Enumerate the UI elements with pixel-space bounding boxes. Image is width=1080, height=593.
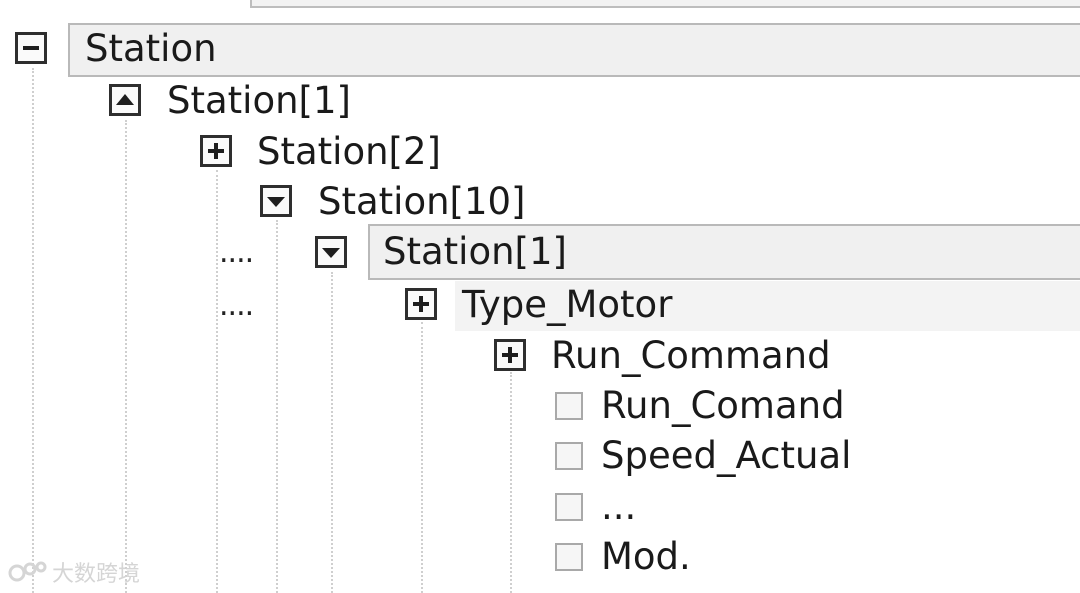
ellipsis-marker: .... xyxy=(219,235,254,270)
checkbox[interactable] xyxy=(555,543,583,571)
collapse-up-button[interactable] xyxy=(109,84,141,116)
tree-guide-line xyxy=(125,120,127,593)
tree-node-label[interactable]: ... xyxy=(601,485,636,529)
tree-node-label[interactable]: Station xyxy=(85,27,217,71)
watermark: 大数跨境 xyxy=(8,556,140,588)
tree-node-label[interactable]: Station[1] xyxy=(383,230,567,274)
watermark-text: 大数跨境 xyxy=(52,562,141,587)
tree-guide-line xyxy=(421,322,423,593)
tree-guide-line xyxy=(331,272,333,593)
tree-node-label[interactable]: Station[2] xyxy=(257,130,441,174)
tree-guide-line xyxy=(216,170,218,593)
tree-node-label[interactable]: Run_Command xyxy=(551,334,831,378)
expand-button[interactable] xyxy=(405,288,437,320)
checkbox[interactable] xyxy=(555,392,583,420)
tree-guide-line xyxy=(510,372,512,593)
dropdown-toggle-button[interactable] xyxy=(315,236,347,268)
collapse-button[interactable] xyxy=(15,32,47,64)
tree-guide-line xyxy=(276,220,278,593)
watermark-logo-icon xyxy=(8,561,47,582)
tree-guide-line xyxy=(32,68,34,593)
tree-node-label[interactable]: Run_Comand xyxy=(601,384,845,428)
row-highlight xyxy=(68,23,1080,77)
tree-node-label[interactable]: Station[10] xyxy=(318,180,526,224)
tree-node-label[interactable]: Mod. xyxy=(601,535,691,579)
tree-node-label[interactable]: Speed_Actual xyxy=(601,434,851,478)
dropdown-toggle-button[interactable] xyxy=(260,185,292,217)
expand-button[interactable] xyxy=(494,339,526,371)
checkbox[interactable] xyxy=(555,442,583,470)
tree-node-label[interactable]: Type_Motor xyxy=(462,283,672,327)
top-panel-edge xyxy=(250,0,1080,8)
expand-button[interactable] xyxy=(200,135,232,167)
checkbox[interactable] xyxy=(555,493,583,521)
tree-view: Station Station[1] Station[2] Station[10… xyxy=(0,0,1080,593)
ellipsis-marker: .... xyxy=(219,288,254,323)
tree-node-label[interactable]: Station[1] xyxy=(167,79,351,123)
